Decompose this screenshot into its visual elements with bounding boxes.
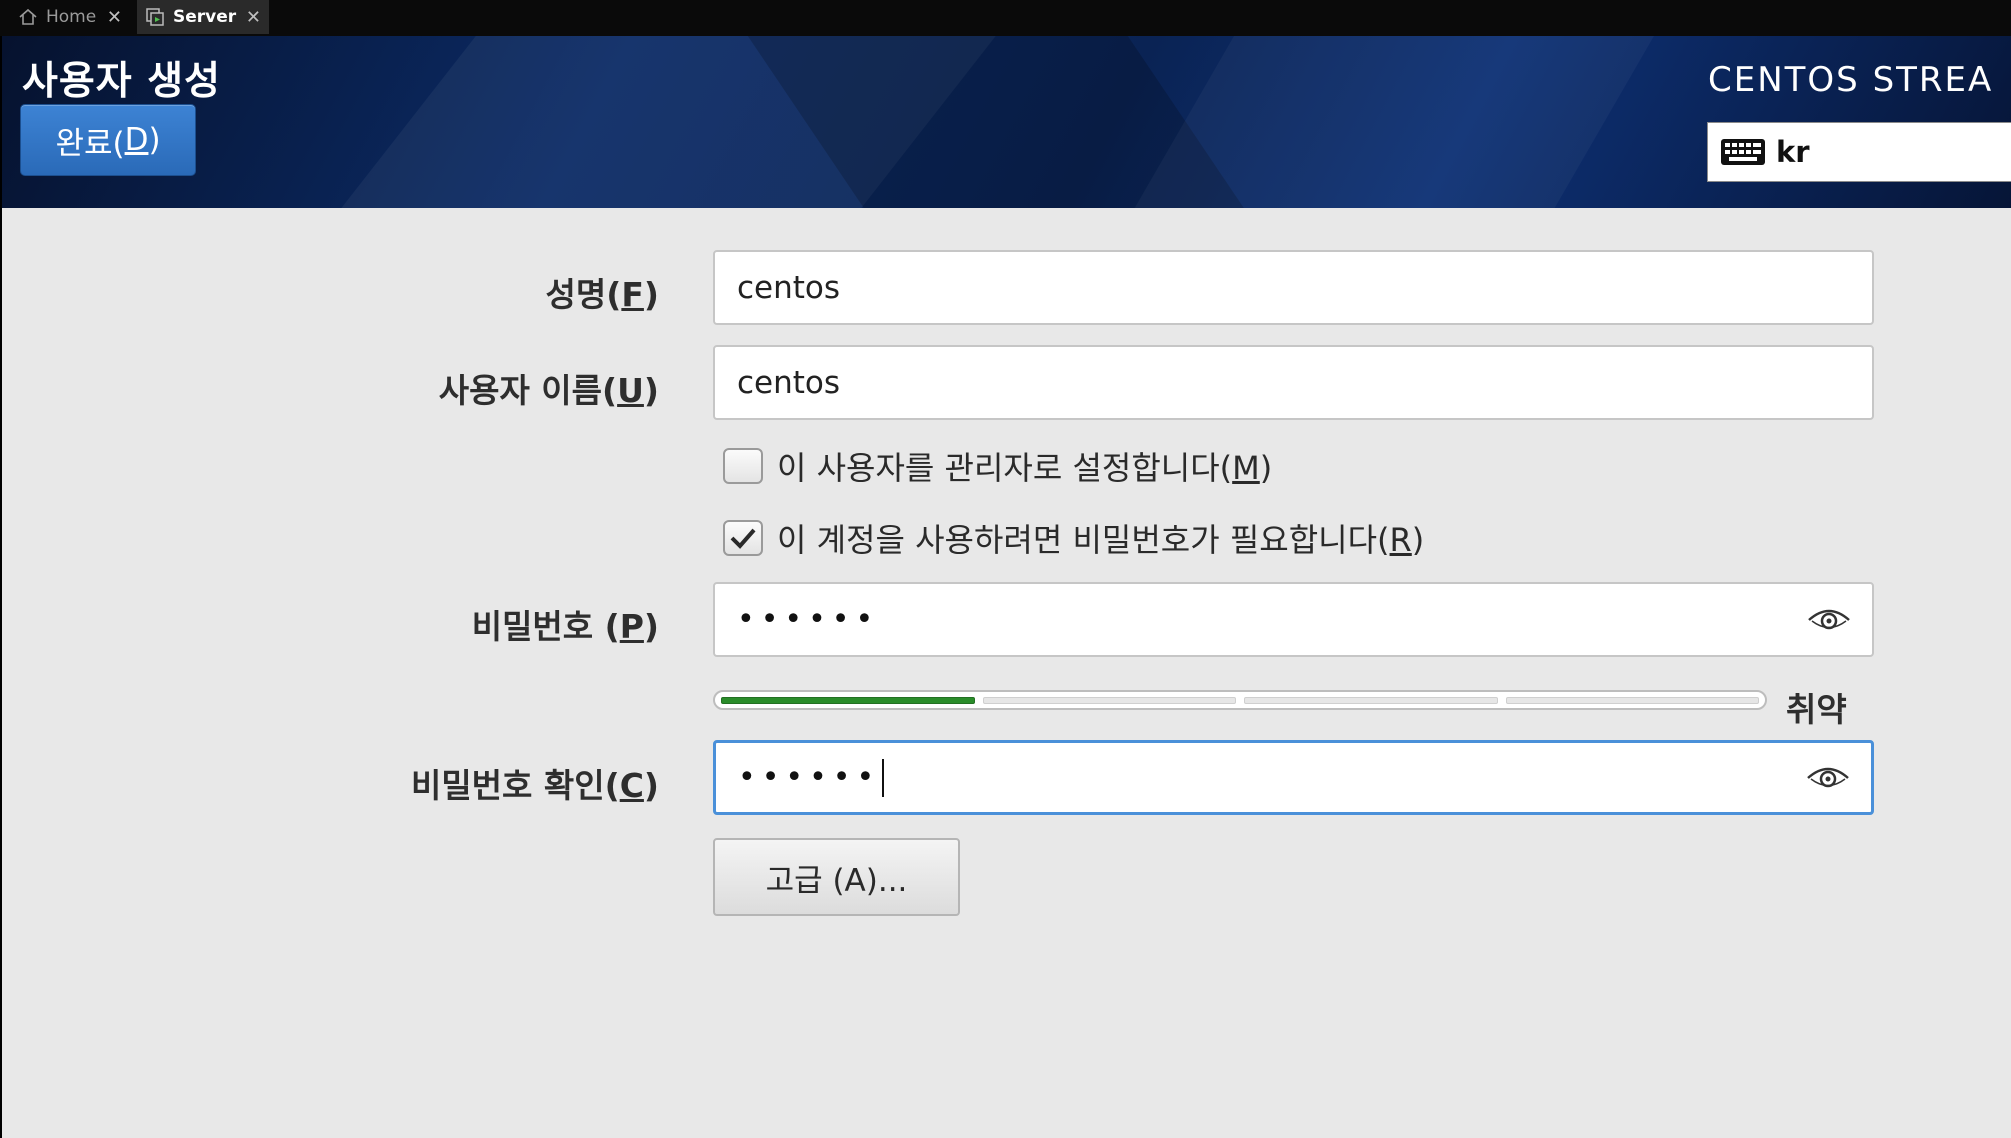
admin-checkbox-row[interactable]: 이 사용자를 관리자로 설정합니다(M) (723, 444, 1272, 488)
strength-segment (721, 696, 975, 704)
username-label: 사용자 이름(U) (439, 364, 659, 412)
tab-home[interactable]: Home ✕ (10, 0, 130, 34)
done-button-suffix: ) (148, 122, 161, 158)
fullname-label: 성명(F) (546, 268, 659, 316)
done-button-label: 완료( (55, 125, 125, 162)
fullname-value: centos (737, 269, 841, 306)
tab-strip: Home ✕ Server ✕ (0, 0, 2011, 36)
username-label-text: 사용자 이름( (438, 371, 618, 410)
require-password-suffix: ) (1411, 521, 1425, 559)
confirm-label: 비밀번호 확인(C) (411, 759, 659, 807)
confirm-label-suffix: ) (643, 766, 659, 805)
admin-checkbox-suffix: ) (1259, 449, 1273, 487)
product-name: CENTOS STREA (1708, 60, 1994, 100)
password-value: •••••• (737, 602, 880, 637)
keyboard-layout-indicator[interactable]: kr (1707, 122, 2011, 182)
close-icon[interactable]: ✕ (246, 7, 261, 28)
tab-label: Home (46, 7, 97, 27)
header-decoration (1095, 36, 1689, 208)
fullname-field[interactable]: centos (713, 250, 1874, 325)
admin-checkbox[interactable] (723, 448, 763, 484)
fullname-label-text: 성명( (545, 275, 622, 314)
password-label-text: 비밀번호 ( (471, 607, 620, 646)
password-field[interactable]: •••••• (713, 582, 1874, 657)
checkmark-icon (730, 528, 756, 549)
home-icon (16, 5, 40, 29)
username-mnemonic: U (617, 371, 644, 410)
tab-server[interactable]: Server ✕ (137, 0, 269, 34)
page-title: 사용자 생성 (22, 59, 221, 104)
tab-label: Server (173, 7, 237, 27)
confirm-label-text: 비밀번호 확인( (410, 766, 620, 805)
fullname-label-suffix: ) (643, 275, 659, 314)
require-password-label: 이 계정을 사용하려면 비밀번호가 필요합니다(R) (777, 515, 1424, 561)
strength-segment (1244, 696, 1498, 704)
require-password-mnemonic: R (1389, 521, 1412, 559)
fullname-mnemonic: F (621, 275, 644, 314)
password-label-suffix: ) (643, 607, 659, 646)
admin-checkbox-mnemonic: M (1232, 449, 1260, 487)
username-label-suffix: ) (643, 371, 659, 410)
vm-icon (143, 5, 167, 29)
password-strength-text: 취약 (1786, 690, 1847, 729)
username-value: centos (737, 364, 841, 401)
password-mnemonic: P (619, 607, 644, 646)
strength-segment (1505, 696, 1759, 704)
done-button[interactable]: 완료(D) (20, 104, 196, 176)
advanced-button[interactable]: 고급 (A)... (713, 838, 960, 916)
password-label: 비밀번호 (P) (472, 600, 659, 648)
show-password-icon[interactable] (1805, 764, 1851, 792)
text-caret (882, 758, 885, 797)
strength-segment (982, 696, 1236, 704)
require-password-checkbox[interactable] (723, 520, 763, 556)
require-password-row[interactable]: 이 계정을 사용하려면 비밀번호가 필요합니다(R) (723, 516, 1424, 560)
require-password-text: 이 계정을 사용하려면 비밀번호가 필요합니다( (777, 521, 1390, 559)
keyboard-icon (1720, 137, 1766, 167)
close-icon[interactable]: ✕ (107, 7, 122, 28)
user-form: 성명(F) centos 사용자 이름(U) centos 이 사용자를 관리자… (2, 208, 2011, 1138)
username-field[interactable]: centos (713, 345, 1874, 420)
password-strength-bar (713, 690, 1767, 710)
done-button-mnemonic: D (124, 122, 149, 158)
confirm-password-field[interactable]: •••••• (713, 740, 1874, 815)
spoke-header: 사용자 생성 완료(D) CENTOS STREA kr (2, 36, 2011, 208)
keyboard-layout-label: kr (1776, 135, 1810, 169)
show-password-icon[interactable] (1806, 606, 1852, 634)
confirm-mnemonic: C (619, 766, 644, 805)
admin-checkbox-text: 이 사용자를 관리자로 설정합니다( (777, 449, 1233, 487)
admin-checkbox-label: 이 사용자를 관리자로 설정합니다(M) (777, 443, 1272, 489)
confirm-password-value: •••••• (738, 760, 881, 795)
